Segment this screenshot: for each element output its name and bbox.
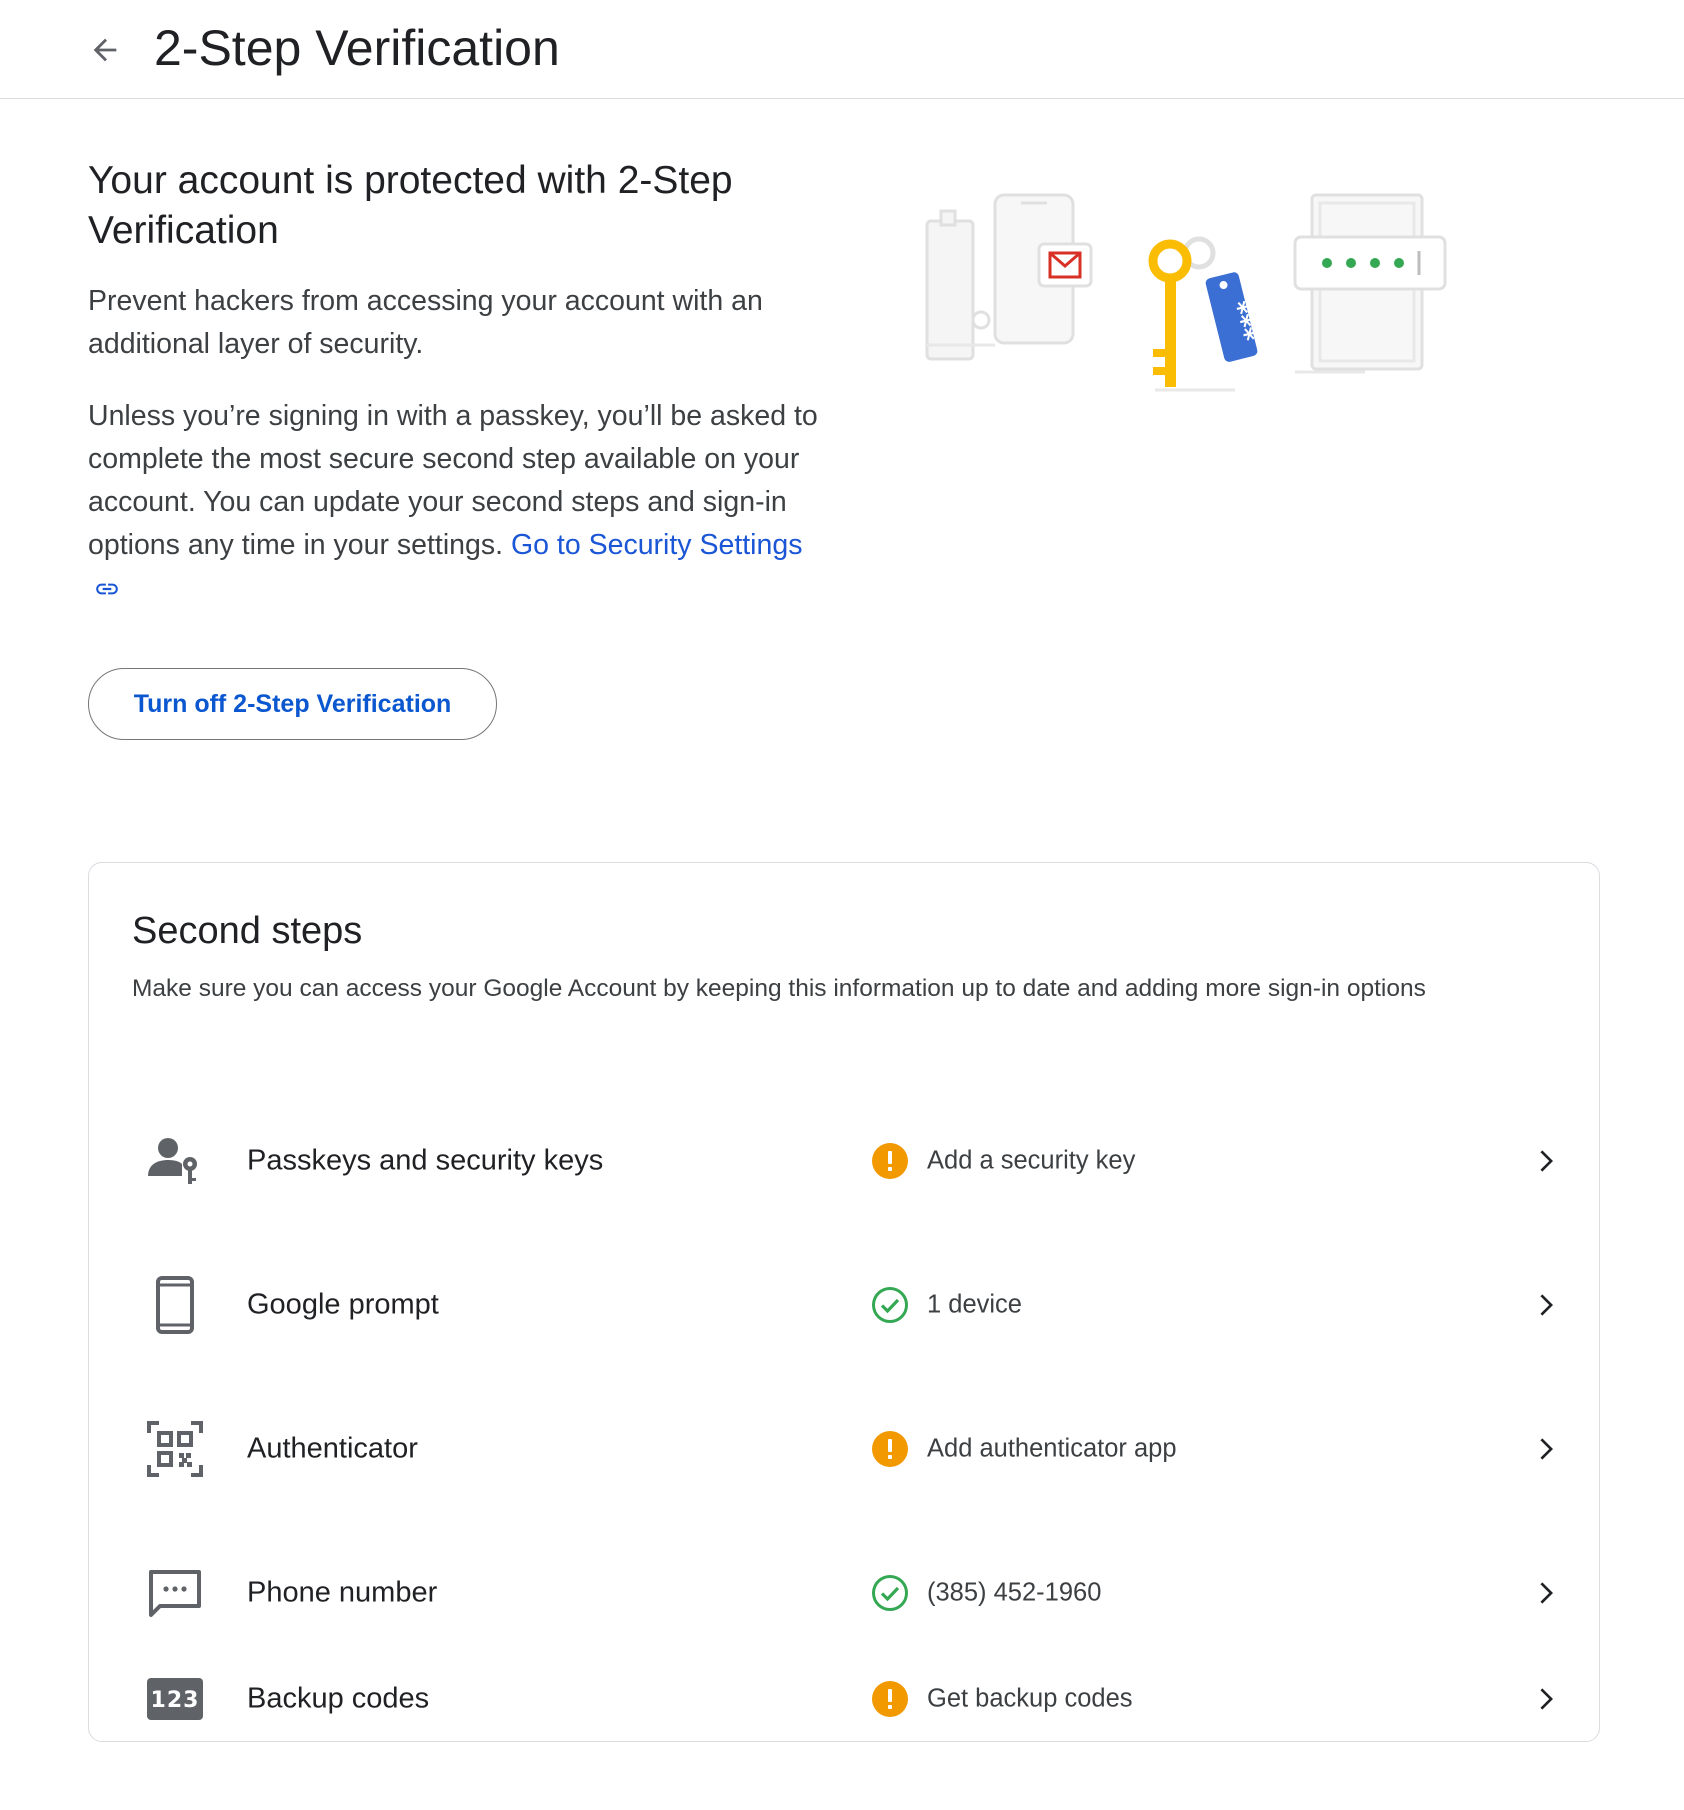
security-settings-link-label: Go to Security Settings [510, 529, 803, 561]
second-step-status: Add authenticator app [927, 1434, 1177, 1463]
second-step-status: 1 device [927, 1290, 1022, 1319]
turn-off-2sv-button[interactable]: Turn off 2-Step Verification [88, 668, 497, 740]
backup-codes-icon: 123 [145, 1669, 205, 1729]
chevron-right-icon [1540, 1150, 1553, 1172]
back-button[interactable] [80, 28, 130, 72]
chevron-right-icon [1540, 1688, 1553, 1710]
page-title: 2-Step Verification [154, 20, 560, 76]
second-step-status: Add a security key [927, 1146, 1136, 1175]
second-steps-title: Second steps [132, 910, 363, 952]
intro-heading: Your account is protected with 2-Step Ve… [88, 159, 733, 252]
top-app-bar: 2-Step Verification [0, 0, 1684, 99]
warning-status-icon [872, 1431, 908, 1467]
second-step-row-phone-number[interactable]: Phone number (385) 452-1960 [89, 1521, 1599, 1665]
external-link-icon [96, 584, 118, 595]
second-step-status: (385) 452-1960 [927, 1578, 1102, 1607]
svg-text:123: 123 [151, 1688, 200, 1713]
second-step-status: Get backup codes [927, 1684, 1133, 1713]
sms-message-icon [145, 1563, 205, 1623]
password-box-icon [1293, 193, 1447, 374]
key-with-tag-icon: *** [1148, 236, 1261, 392]
chevron-right-icon [1540, 1582, 1553, 1604]
phone-with-mail-icon [925, 193, 1093, 361]
second-steps-subtitle: Make sure you can access your Google Acc… [132, 975, 1426, 1002]
second-step-label: Backup codes [247, 1682, 430, 1715]
intro-section: Your account is protected with 2-Step Ve… [88, 156, 828, 610]
check-circle-icon [872, 1575, 908, 1611]
check-circle-icon [872, 1287, 908, 1323]
second-step-row-google-prompt[interactable]: Google prompt 1 device [89, 1233, 1599, 1377]
second-step-label: Authenticator [247, 1432, 418, 1465]
chevron-right-icon [1540, 1294, 1553, 1316]
intro-paragraph-1: Prevent hackers from accessing your acco… [88, 285, 763, 360]
chevron-right-icon [1540, 1438, 1553, 1460]
second-step-label: Passkeys and security keys [247, 1144, 604, 1177]
security-illustration: *** [925, 193, 1447, 392]
qr-code-icon [145, 1419, 205, 1479]
second-step-label: Phone number [247, 1576, 438, 1609]
arrow-back-icon [93, 38, 117, 62]
warning-status-icon [872, 1143, 908, 1179]
second-step-row-authenticator[interactable]: Authenticator Add authenticator app [89, 1377, 1599, 1521]
second-steps-card: Second steps Make sure you can access yo… [88, 862, 1600, 1742]
second-step-row-backup-codes[interactable]: 123 Backup codes Get backup codes [89, 1665, 1599, 1733]
second-step-row-passkeys[interactable]: Passkeys and security keys Add a securit… [89, 1089, 1599, 1233]
passkey-person-icon [145, 1131, 205, 1191]
intro-paragraph-2: Unless you’re signing in with a passkey,… [88, 395, 828, 610]
phone-device-icon [145, 1275, 205, 1335]
second-step-label: Google prompt [247, 1288, 439, 1321]
warning-status-icon [872, 1681, 908, 1717]
